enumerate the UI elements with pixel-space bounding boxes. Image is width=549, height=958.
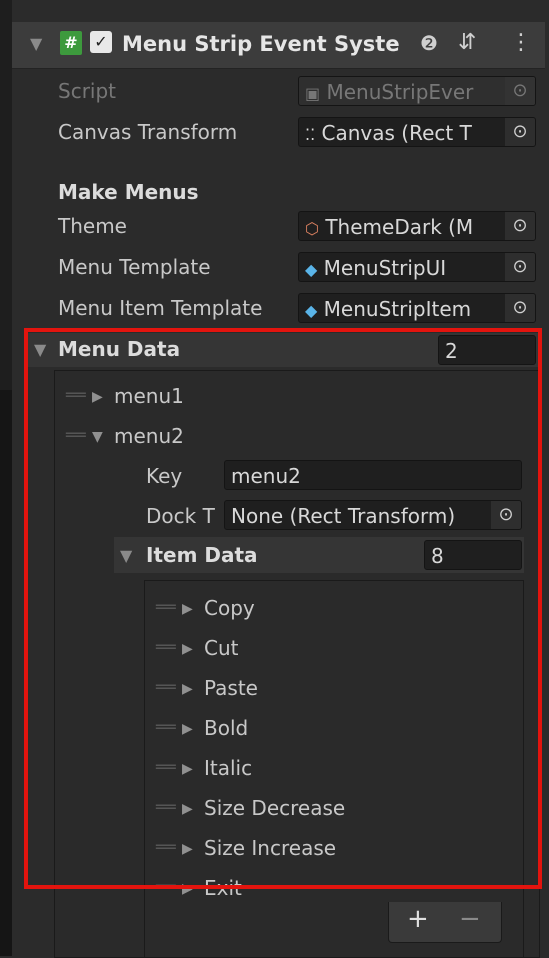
component-title: Menu Strip Event Syste: [122, 32, 400, 56]
script-label: Script: [58, 79, 117, 103]
highlight-frame: [24, 328, 542, 889]
left-margin-dark: [0, 390, 12, 956]
canvas-transform-label: Canvas Transform: [58, 120, 238, 144]
remove-button[interactable]: −: [459, 904, 481, 934]
kebab-menu-icon[interactable]: ⋮: [510, 30, 532, 55]
fold-arrow-icon[interactable]: ▼: [30, 34, 42, 53]
list-footer: + −: [388, 902, 502, 943]
object-picker-icon[interactable]: ⊙: [505, 212, 535, 240]
menu-template-value: MenuStripUI: [323, 256, 447, 280]
prefab-icon: ◆: [305, 260, 318, 279]
scriptable-object-icon: ⬡: [305, 219, 319, 238]
menu-template-field[interactable]: ◆ MenuStripUI ⊙: [298, 252, 536, 282]
section-header: Make Menus: [58, 180, 199, 204]
canvas-transform-field[interactable]: ⁚⁚ Canvas (Rect T ⊙: [298, 117, 536, 147]
help-icon[interactable]: ❷: [420, 31, 438, 55]
object-picker-icon: ⊙: [505, 77, 535, 105]
object-picker-icon[interactable]: ⊙: [505, 118, 535, 146]
canvas-transform-value: Canvas (Rect T: [321, 121, 472, 145]
menu-template-label: Menu Template: [58, 255, 211, 279]
rect-transform-icon: ⁚⁚: [305, 125, 316, 144]
theme-value: ThemeDark (M: [325, 215, 474, 239]
object-picker-icon[interactable]: ⊙: [505, 253, 535, 281]
theme-label: Theme: [58, 214, 127, 238]
script-asset-icon: ▣: [305, 84, 321, 103]
menu-item-template-label: Menu Item Template: [58, 296, 263, 320]
component-header[interactable]: ▼ # ✓ Menu Strip Event Syste ❷ ⇵ ⋮: [12, 22, 545, 69]
prefab-icon: ◆: [305, 301, 318, 320]
theme-field[interactable]: ⬡ ThemeDark (M ⊙: [298, 211, 536, 241]
object-picker-icon[interactable]: ⊙: [505, 294, 535, 322]
script-value: MenuStripEver: [326, 80, 474, 104]
enable-checkbox[interactable]: ✓: [90, 31, 112, 53]
menu-item-template-value: MenuStripItem: [323, 297, 472, 321]
preset-icon[interactable]: ⇵: [458, 30, 476, 55]
script-field: ▣ MenuStripEver ⊙: [298, 76, 536, 106]
add-button[interactable]: +: [407, 904, 429, 934]
menu-item-template-field[interactable]: ◆ MenuStripItem ⊙: [298, 293, 536, 323]
script-icon: #: [60, 31, 82, 55]
